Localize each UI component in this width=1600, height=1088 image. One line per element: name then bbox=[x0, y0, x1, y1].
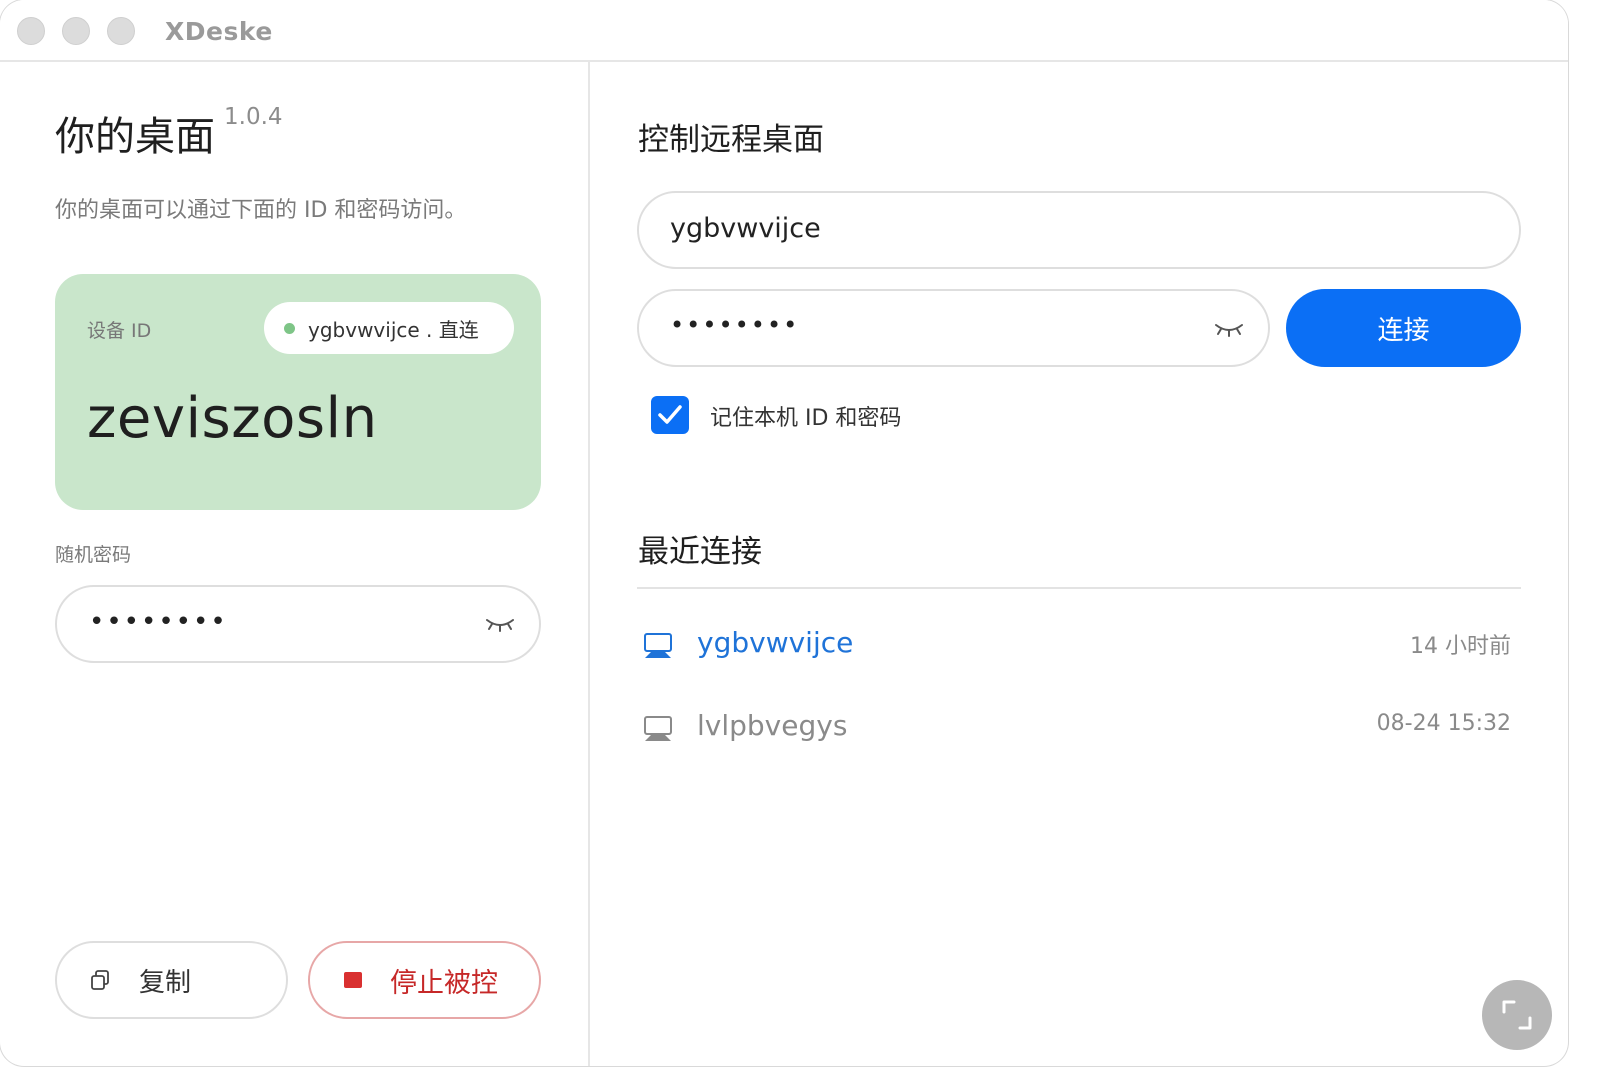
connection-status-text: ygbvwvijce . 直连 bbox=[308, 317, 479, 342]
stop-icon bbox=[344, 972, 362, 988]
random-password-mask: •••••••• bbox=[89, 607, 228, 637]
copy-button-label: 复制 bbox=[139, 967, 192, 998]
monitor-icon bbox=[644, 633, 672, 658]
remember-credentials-checkbox[interactable] bbox=[651, 396, 689, 434]
recent-connection-time: 08-24 15:32 bbox=[1376, 711, 1511, 736]
stop-control-label: 停止被控 bbox=[390, 967, 498, 999]
recent-connection-time: 14 小时前 bbox=[1410, 634, 1511, 659]
remote-password-mask: •••••••• bbox=[670, 311, 800, 339]
recent-divider bbox=[637, 587, 1521, 589]
device-id-label: 设备 ID bbox=[87, 320, 152, 342]
remote-password-input[interactable]: •••••••• bbox=[637, 289, 1270, 367]
panel-divider bbox=[588, 62, 590, 1066]
remember-credentials-label[interactable]: 记住本机 ID 和密码 bbox=[710, 400, 901, 432]
app-window: XDeske 你的桌面 1.0.4 你的桌面可以通过下面的 ID 和密码访问。 … bbox=[0, 0, 1568, 1066]
recent-connection-item[interactable]: ygbvwvijce 14 小时前 bbox=[637, 614, 1521, 674]
online-status-dot-icon bbox=[284, 322, 295, 334]
zoom-window-button[interactable] bbox=[107, 17, 135, 45]
device-id-card: 设备 ID ygbvwvijce . 直连 zeviszosln bbox=[55, 274, 541, 510]
eye-closed-icon[interactable] bbox=[1214, 319, 1244, 339]
app-version: 1.0.4 bbox=[224, 104, 283, 130]
copy-icon bbox=[91, 970, 109, 990]
recent-connection-name: lvlpbvegys bbox=[697, 709, 848, 742]
expand-button[interactable] bbox=[1482, 980, 1552, 1050]
close-window-button[interactable] bbox=[17, 17, 45, 45]
local-desktop-title: 你的桌面 bbox=[55, 114, 215, 160]
recent-connection-name: ygbvwvijce bbox=[697, 626, 854, 659]
app-title: XDeske bbox=[165, 17, 273, 46]
remote-control-title: 控制远程桌面 bbox=[638, 122, 824, 158]
remote-id-value: ygbvwvijce bbox=[670, 213, 821, 244]
random-password-label: 随机密码 bbox=[55, 544, 132, 566]
recent-connection-item[interactable]: lvlpbvegys 08-24 15:32 bbox=[637, 697, 1521, 757]
local-desktop-description: 你的桌面可以通过下面的 ID 和密码访问。 bbox=[55, 198, 467, 223]
connection-status-pill: ygbvwvijce . 直连 bbox=[264, 302, 514, 354]
device-id-value: zeviszosln bbox=[87, 386, 378, 451]
eye-closed-icon[interactable] bbox=[485, 614, 515, 634]
random-password-field: •••••••• bbox=[55, 585, 541, 663]
remote-id-input[interactable]: ygbvwvijce bbox=[637, 191, 1521, 269]
recent-connections-title: 最近连接 bbox=[638, 534, 762, 570]
title-bar: XDeske bbox=[0, 0, 1568, 62]
minimize-window-button[interactable] bbox=[62, 17, 90, 45]
copy-button[interactable]: 复制 bbox=[55, 941, 288, 1019]
monitor-icon bbox=[644, 716, 672, 741]
checkmark-icon bbox=[658, 405, 682, 424]
stop-control-button[interactable]: 停止被控 bbox=[308, 941, 541, 1019]
connect-button[interactable]: 连接 bbox=[1286, 289, 1521, 367]
expand-icon bbox=[1502, 1000, 1532, 1030]
